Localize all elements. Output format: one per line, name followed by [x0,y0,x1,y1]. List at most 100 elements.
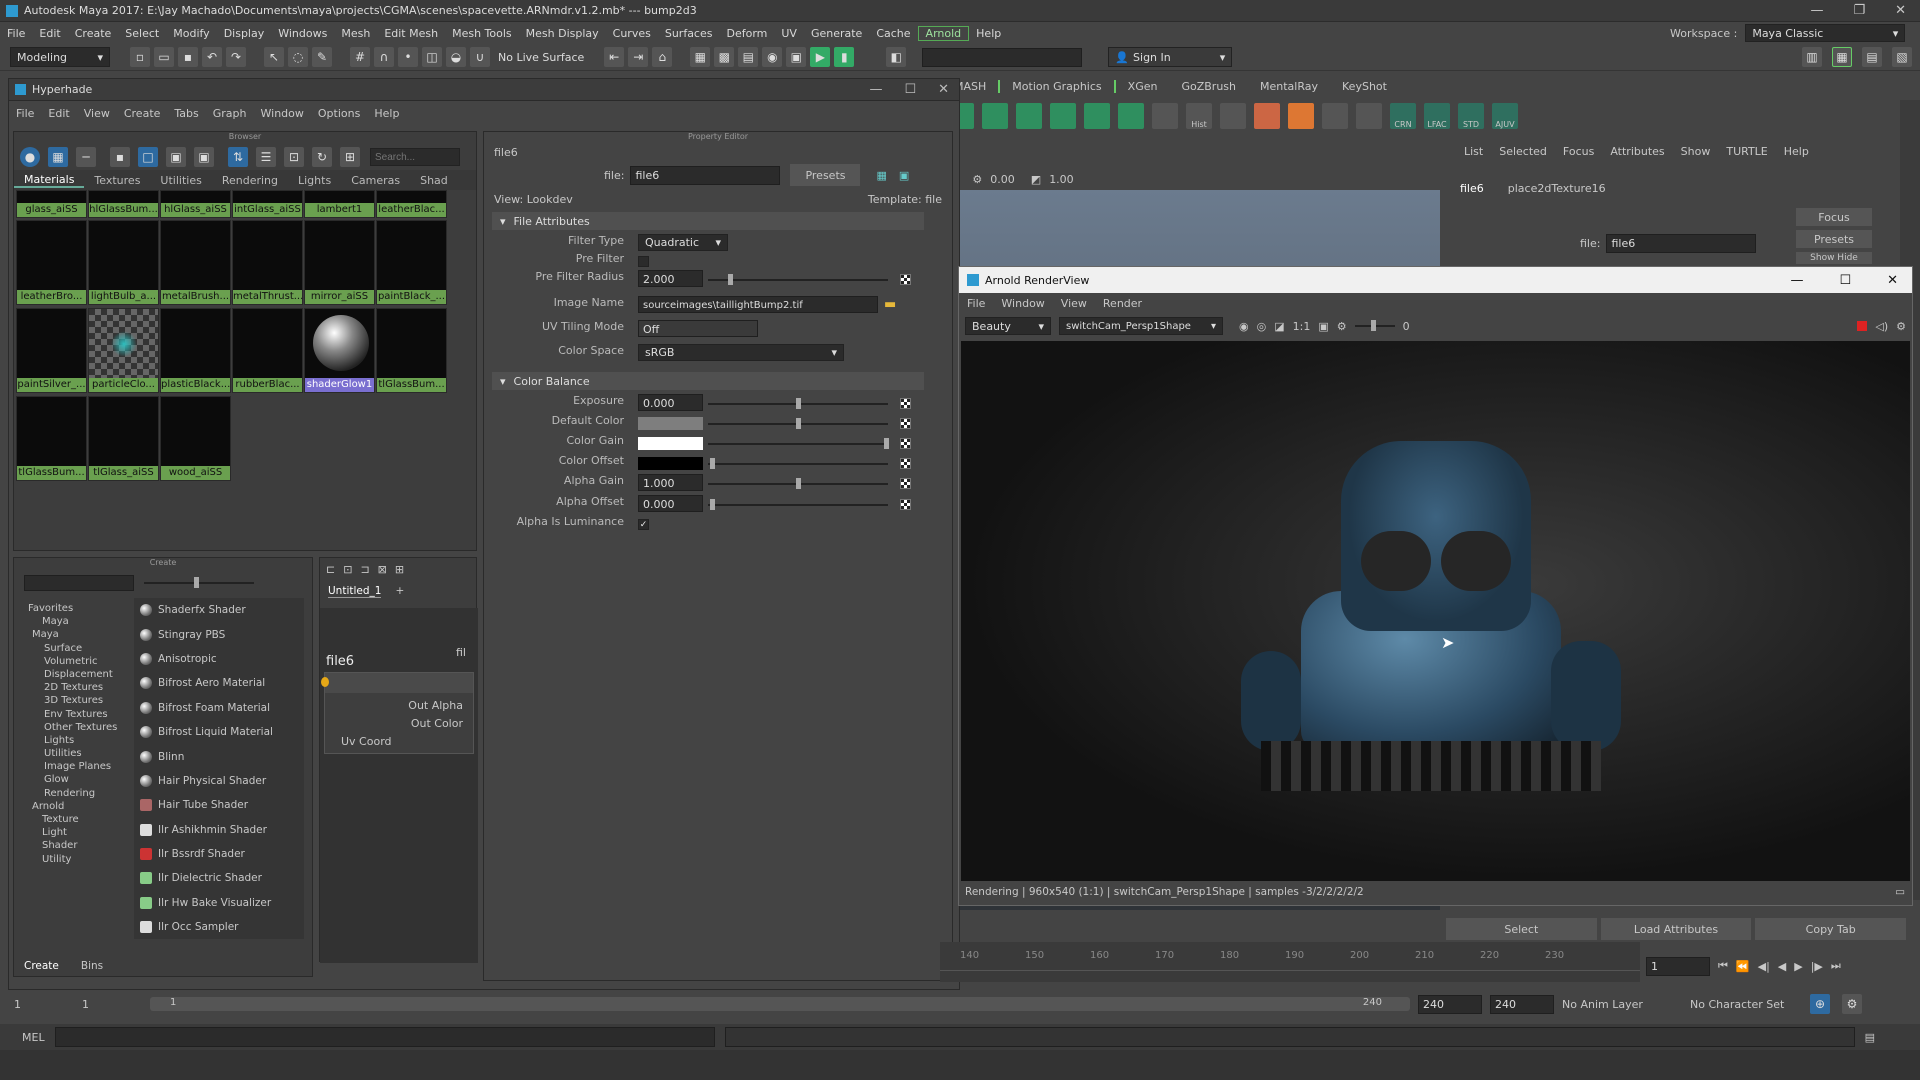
tab-untitled[interactable]: Untitled_1 [328,585,382,598]
pre-filter-radius-slider[interactable] [728,274,733,285]
pre-filter-radius-field[interactable]: 2.000 [638,270,703,287]
crop-icon[interactable]: ◪ [1274,320,1284,333]
exposure-slider[interactable] [1354,318,1395,334]
file-attributes-section[interactable]: ▾ File Attributes [492,212,924,230]
hs-menu-create[interactable]: Create [117,107,168,120]
rv-menu-view[interactable]: View [1061,297,1087,310]
tab-bins[interactable]: Bins [81,960,103,972]
image-name-field[interactable]: sourceimages\taillightBump2.tif [638,296,878,313]
snap-view-icon[interactable]: ◫ [422,47,442,67]
menu-modify[interactable]: Modify [166,27,216,40]
tab-lights[interactable]: Lights [288,174,341,187]
snap-surface-icon[interactable]: ◒ [446,47,466,67]
material-swatch[interactable]: paintSilver_... [16,308,87,393]
property-tab[interactable]: file6 [484,144,952,162]
rv-menu-render[interactable]: Render [1103,297,1142,310]
shader-item[interactable]: Bifrost Liquid Material [134,720,304,744]
save-scene-icon[interactable]: ▪ [178,47,198,67]
graph-canvas[interactable]: file6 fil Out Alpha Out Color Uv Coord [320,608,478,963]
show-hide-button[interactable]: Show Hide [1796,252,1872,264]
history-shelf-icon[interactable]: Hist [1186,103,1212,129]
select-button[interactable]: Select [1446,918,1597,940]
step-back-icon[interactable]: ◀| [1758,960,1770,973]
hs-menu-options[interactable]: Options [311,107,367,120]
tree-item[interactable]: Volumetric [28,655,128,668]
render-region-icon[interactable]: ◉ [1239,320,1249,333]
rgb-icon[interactable]: ◎ [1257,320,1267,333]
tab-file6[interactable]: file6 [1460,182,1484,195]
default-color-slider[interactable] [796,418,801,429]
tree-item[interactable]: Rendering [28,787,128,800]
out-color-port[interactable]: Out Color [411,717,463,730]
step-forward-icon[interactable]: |▶ [1811,960,1823,973]
tab-rendering[interactable]: Rendering [212,174,288,187]
tab-cameras[interactable]: Cameras [341,174,410,187]
step-back-key-icon[interactable]: ⏪ [1736,960,1750,973]
play-forward-icon[interactable]: ▶ [1794,960,1802,973]
ipr-render-icon[interactable]: ▩ [714,47,735,67]
material-swatch[interactable]: hlGlass_aiSS [160,190,231,218]
snap-point-icon[interactable]: • [398,47,418,67]
hs-menu-view[interactable]: View [77,107,117,120]
anim-layer-dropdown[interactable]: No Anim Layer [1562,998,1682,1011]
workspace-dropdown[interactable]: Maya Classic ▾ [1745,24,1906,42]
menu-help[interactable]: Help [969,27,1008,40]
live-surface-label[interactable]: No Live Surface [498,51,584,64]
tree-item[interactable]: 3D Textures [28,694,128,707]
map-button-icon[interactable] [900,438,911,449]
tree-item[interactable]: Texture [28,813,128,826]
tree-item[interactable]: Image Planes [28,760,128,773]
sign-in-button[interactable]: 👤 Sign In ▾ [1108,47,1233,67]
sort-icon[interactable]: ⇅ [228,147,248,167]
menu-select[interactable]: Select [118,27,166,40]
color-balance-section[interactable]: ▾ Color Balance [492,372,924,390]
maximize-icon[interactable]: ☐ [1839,273,1851,288]
render-image[interactable]: ➤ [961,341,1910,881]
shader-item[interactable]: Ilr Dielectric Shader [134,866,304,890]
shader-item[interactable]: Ilr Ashikhmin Shader [134,818,304,842]
render-view-icon[interactable]: ▣ [786,47,807,67]
viewport-value-2[interactable]: 1.00 [1049,173,1074,186]
tab-materials[interactable]: Materials [14,173,85,188]
browser-icon-7[interactable]: ▣ [194,147,214,167]
map-button-icon[interactable] [900,418,911,429]
tab-utilities[interactable]: Utilities [150,174,211,187]
range-start-field[interactable]: 1 [14,998,74,1011]
time-slider[interactable]: 140 150 160 170 180 190 200 210 220 230 [940,942,1640,982]
material-swatch[interactable]: leatherBro... [16,220,87,305]
map-button-icon[interactable] [900,478,911,489]
attr-menu-focus[interactable]: Focus [1555,145,1602,158]
graph-icon-3[interactable]: ⊐ [360,563,369,576]
color-gain-swatch[interactable] [638,437,703,450]
add-tab-icon[interactable]: + [395,585,404,597]
color-gain-slider[interactable] [884,438,889,449]
menu-windows[interactable]: Windows [271,27,334,40]
shader-item[interactable]: Bifrost Foam Material [134,696,304,720]
filter-icon[interactable]: ⊡ [284,147,304,167]
lasso-tool-icon[interactable]: ◌ [288,47,308,67]
property-file-field[interactable]: file6 [630,165,781,185]
menu-create[interactable]: Create [68,27,119,40]
lfac-shelf-icon[interactable]: LFAC [1424,103,1450,129]
select-tool-icon[interactable]: ↖ [264,47,284,67]
quick-input-field[interactable] [922,47,1083,67]
status-expand-icon[interactable]: ▭ [1895,886,1905,898]
menu-display[interactable]: Display [217,27,272,40]
tree-item[interactable]: Maya [28,615,128,628]
copy-tab-button[interactable]: Copy Tab [1755,918,1907,940]
shelf-tab-gozbrush[interactable]: GoZBrush [1169,80,1248,93]
attr-menu-turtle[interactable]: TURTLE [1718,145,1775,158]
fit-icon[interactable]: ▣ [1318,320,1328,333]
list-icon[interactable]: ☰ [256,147,276,167]
browser-icon-2[interactable]: ▦ [48,147,68,167]
command-input[interactable] [54,1027,715,1047]
material-swatch[interactable]: lambert1 [304,190,375,218]
tree-item[interactable]: Displacement [28,668,128,681]
render-settings-icon[interactable]: ▤ [738,47,759,67]
refresh-icon[interactable]: ↻ [312,147,332,167]
audio-icon[interactable]: ◁) [1875,320,1888,333]
settings-icon[interactable]: ⚙ [1896,320,1906,333]
material-swatch[interactable]: wood_aiSS [160,396,231,481]
ajuv-shelf-icon[interactable]: AJUV [1492,103,1518,129]
browser-icon-1[interactable]: ● [20,147,40,167]
